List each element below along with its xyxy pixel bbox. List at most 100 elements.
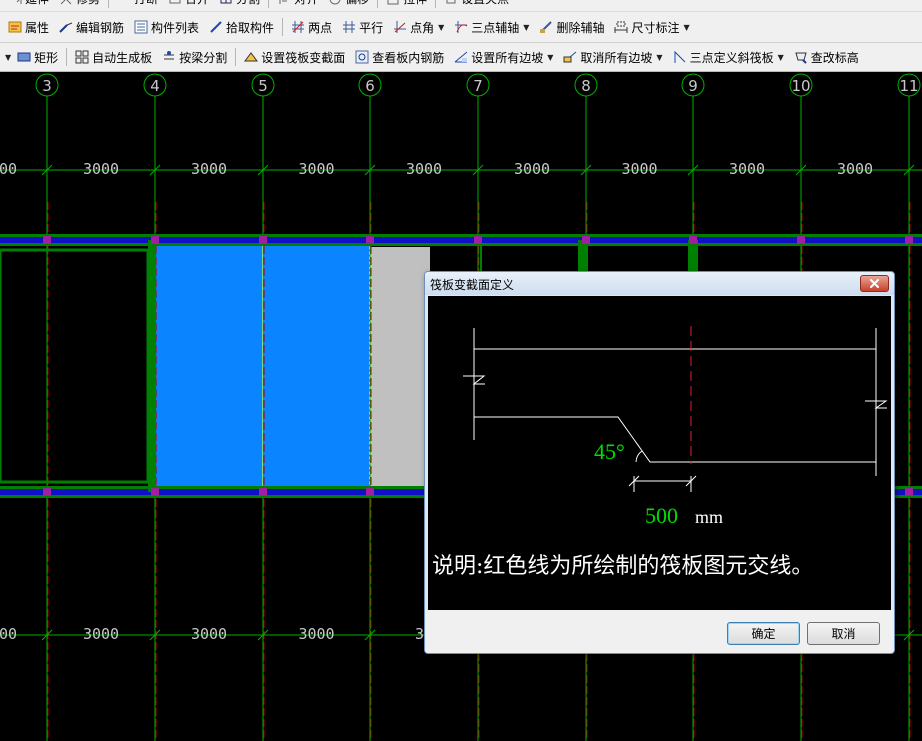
two-point-axis-icon xyxy=(292,21,305,33)
column-marker[interactable] xyxy=(366,236,374,244)
toolbar-top-button-split[interactable]: 分割 xyxy=(215,0,264,10)
toolbar-top-button-align[interactable]: 对齐 xyxy=(273,0,322,10)
cancel-button[interactable]: 取消 xyxy=(807,622,880,645)
toolbar-top-button-label: 设置夹点 xyxy=(461,0,509,7)
column-marker[interactable] xyxy=(43,488,51,496)
view-rebar-icon xyxy=(355,50,369,64)
axis-label: 6 xyxy=(365,77,375,95)
toolbar-slab-button-label: 三点定义斜筏板 xyxy=(689,50,774,65)
column-marker[interactable] xyxy=(259,236,267,244)
dimension-label: 3000 xyxy=(83,160,119,178)
column-marker[interactable] xyxy=(582,236,590,244)
toolbar-edit-button-label: 三点辅轴 xyxy=(471,20,520,35)
column-marker[interactable] xyxy=(689,236,697,244)
dropdown-caret-icon[interactable]: ▼ xyxy=(683,23,689,32)
ok-button[interactable]: 确定 xyxy=(727,622,800,645)
toolbar-slab-button-auto-slab[interactable]: 自动生成板 xyxy=(71,46,156,68)
width-value: 500 xyxy=(645,503,678,528)
stretch-icon xyxy=(387,0,399,4)
dialog-close-button[interactable] xyxy=(860,275,889,292)
toolbar-slab-button-set-slope[interactable]: 设置所有边坡 ▼ xyxy=(450,46,557,68)
toolbar-top-button-stretch[interactable]: 拉伸 xyxy=(382,0,431,10)
dropdown-caret-icon[interactable]: ▼ xyxy=(547,53,553,62)
toolbar-edit-button-component-list[interactable]: 构件列表 xyxy=(130,16,203,38)
axis-label: 4 xyxy=(150,77,160,95)
toolbar-edit-button-parallel-axis[interactable]: 平行 xyxy=(338,16,387,38)
toolbar-top-button-label: 拉伸 xyxy=(403,0,427,7)
column-marker[interactable] xyxy=(151,236,159,244)
toolbar-top-partial: 延伸 修剪 打断 合并 分割 对齐 偏移 拉伸 设置夹点 xyxy=(0,0,922,12)
toolbar-top-button-merge[interactable]: 合并 xyxy=(164,0,213,10)
column-marker[interactable] xyxy=(151,488,159,496)
toolbar-slab-button-label: 取消所有边坡 xyxy=(580,50,653,65)
toolbar-top-items: 延伸 修剪 打断 合并 分割 对齐 偏移 拉伸 设置夹点 xyxy=(0,0,513,10)
toolbar-slab-button-cancel-slope[interactable]: 取消所有边坡 ▼ xyxy=(559,46,666,68)
split-icon xyxy=(220,0,232,3)
axis-label: 11 xyxy=(899,77,918,95)
toolbar-top-button-offset[interactable]: 偏移 xyxy=(324,0,373,10)
column-marker[interactable] xyxy=(43,236,51,244)
toolbar-slab-button-view-rebar[interactable]: 查看板内钢筋 xyxy=(351,46,448,68)
axis-label: 9 xyxy=(688,77,698,95)
dialog-preview: 45° 500 mm 说明:红色线为所绘制的筏板图元交线。 xyxy=(428,296,891,610)
toolbar-separator xyxy=(268,0,270,8)
dropdown-caret-icon[interactable]: ▼ xyxy=(656,53,662,62)
toolbar-top-button-label: 打断 xyxy=(134,0,158,7)
column-marker[interactable] xyxy=(905,488,913,496)
point-angle-icon xyxy=(394,21,407,33)
rectangle-icon xyxy=(17,52,31,62)
dropdown-caret-icon[interactable]: ▼ xyxy=(438,23,444,32)
toolbar-slab-button-inclined-raft[interactable]: 三点定义斜筏板 ▼ xyxy=(669,46,788,68)
split-by-beam-icon xyxy=(164,51,175,60)
axis-label: 5 xyxy=(258,77,268,95)
dimension-label: 3000 xyxy=(191,625,227,643)
toolbar-edit-button-label: 构件列表 xyxy=(151,20,200,35)
column-marker[interactable] xyxy=(905,236,913,244)
toolbar-top-button-label: 修剪 xyxy=(76,0,100,7)
dimension-label: 3000 xyxy=(298,625,334,643)
column-marker[interactable] xyxy=(366,488,374,496)
toolbar-slab-button-label: 矩形 xyxy=(34,50,59,65)
width-unit: mm xyxy=(695,507,723,527)
toolbar-edit-button-point-angle[interactable]: 点角 ▼ xyxy=(389,16,448,38)
toolbar-edit-button-properties[interactable]: 属性 xyxy=(4,16,53,38)
toolbar-top-button-label: 对齐 xyxy=(294,0,318,7)
dropdown-caret-icon[interactable]: ▼ xyxy=(523,23,529,32)
dialog-title-bar[interactable]: 筏板变截面定义 xyxy=(425,272,894,295)
slab-unselected[interactable] xyxy=(370,247,430,487)
extend-icon xyxy=(16,0,22,4)
toolbar-top-button-label: 合并 xyxy=(185,0,209,7)
toolbar-top-button-extend[interactable]: 延伸 xyxy=(4,0,53,10)
toolbar-separator xyxy=(235,48,237,66)
toolbar-edit-button-delete-axis[interactable]: 删除辅轴 xyxy=(535,16,608,38)
column-marker[interactable] xyxy=(797,236,805,244)
toolbar-top-button-trim[interactable]: 修剪 xyxy=(55,0,104,10)
toolbar-slab-button-label: 设置所有边坡 xyxy=(471,50,544,65)
toolbar-slab-overflow-caret[interactable]: ▼ xyxy=(5,53,11,62)
close-icon xyxy=(870,279,879,288)
toolbar-top-button-break[interactable]: 打断 xyxy=(113,0,162,10)
toolbar-slab-button-split-by-beam[interactable]: 按梁分割 xyxy=(158,46,231,68)
toolbar-edit-button-two-point-axis[interactable]: 两点 xyxy=(287,16,336,38)
edit-rebar-icon xyxy=(59,22,73,33)
toolbar-edit-button-dimension[interactable]: 尺寸标注 ▼ xyxy=(610,16,693,38)
toolbar-slab-button-raft-section[interactable]: 设置筏板变截面 xyxy=(240,46,349,68)
toolbar-top-button-label: 分割 xyxy=(236,0,260,7)
dialog-note: 说明:红色线为所绘制的筏板图元交线。 xyxy=(432,554,813,579)
raft-section-dialog: 筏板变截面定义 45° 500 mm 说明:红色线为所绘制的筏板图元交线。 确定… xyxy=(424,271,895,654)
toolbar-top-button-grip[interactable]: 设置夹点 xyxy=(440,0,513,10)
axis-label: 3 xyxy=(42,77,52,95)
toolbar-slab-button-label: 查看板内钢筋 xyxy=(372,50,445,65)
toolbar-edit-button-pick-component[interactable]: 拾取构件 xyxy=(205,16,278,38)
column-marker[interactable] xyxy=(474,236,482,244)
toolbar-edit-button-edit-rebar[interactable]: 编辑钢筋 xyxy=(55,16,128,38)
toolbar-separator xyxy=(108,0,110,8)
toolbar-slab-items: ▼ 矩形 自动生成板 按梁分割 设置筏板变截面 查看板内钢筋 设置所有边坡 ▼ 取消所有边坡 ▼… xyxy=(0,46,863,68)
dropdown-caret-icon[interactable]: ▼ xyxy=(778,53,784,62)
trim-icon xyxy=(60,0,72,4)
dimension-label: 3000 xyxy=(837,160,873,178)
toolbar-slab-button-rectangle[interactable]: 矩形 xyxy=(13,46,62,68)
toolbar-edit-button-three-point-axis[interactable]: 三点辅轴 ▼ xyxy=(450,16,533,38)
toolbar-slab-button-elevation[interactable]: 查改标高 xyxy=(790,46,863,68)
column-marker[interactable] xyxy=(259,488,267,496)
